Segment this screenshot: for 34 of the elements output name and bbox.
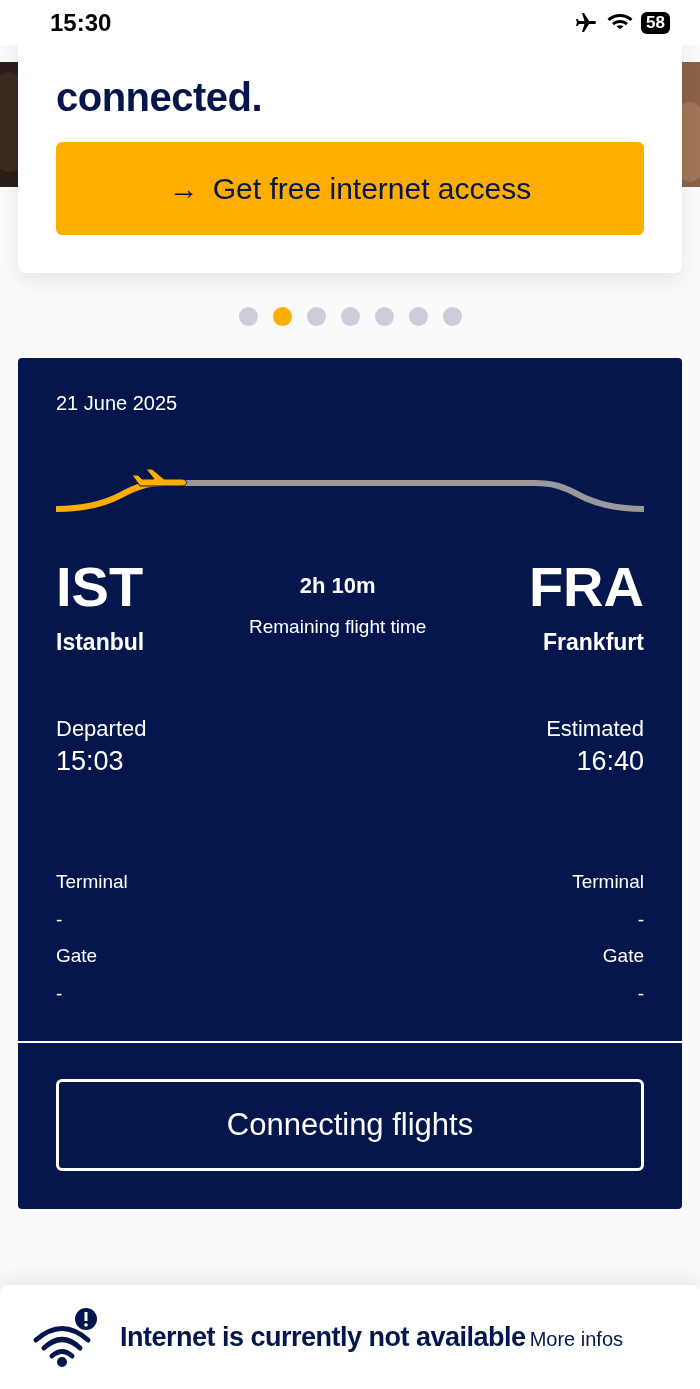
time-status: Estimated <box>546 716 644 742</box>
duration-value: 2h 10m <box>299 573 376 599</box>
time-status: Departed <box>56 716 147 742</box>
notice-message: Internet is currently not available <box>120 1321 526 1353</box>
terminal-value: - <box>56 909 63 931</box>
carousel-dot[interactable] <box>442 307 462 326</box>
connecting-flights-button[interactable]: Connecting flights <box>56 1079 644 1171</box>
internet-access-button[interactable]: → Get free internet access <box>56 142 644 235</box>
gate-value: - <box>637 983 644 1005</box>
terminal-value: - <box>637 909 644 931</box>
duration-label: Remaining flight time <box>249 615 427 639</box>
city-name: Frankfurt <box>543 629 644 656</box>
gate-value: - <box>56 983 63 1005</box>
airport-code: FRA <box>528 559 644 615</box>
gate-label: Gate <box>602 945 644 967</box>
carousel-dot[interactable] <box>272 307 292 326</box>
more-infos-link[interactable]: More infos <box>529 1327 623 1351</box>
carousel-dot[interactable] <box>340 307 360 326</box>
carousel-dot[interactable] <box>306 307 326 326</box>
promo-heading: connected. <box>56 75 264 120</box>
battery-indicator: 58 <box>641 11 670 34</box>
flight-time: 15:03 <box>56 746 124 777</box>
flight-time: 16:40 <box>576 746 644 777</box>
carousel-dot[interactable] <box>374 307 394 326</box>
terminal-label: Terminal <box>56 871 128 893</box>
terminal-label: Terminal <box>572 871 644 893</box>
airport-code: IST <box>56 559 144 615</box>
status-time: 15:30 <box>50 8 112 37</box>
carousel-dot[interactable] <box>238 307 258 326</box>
flight-date: 21 June 2025 <box>56 392 179 415</box>
carousel-dot[interactable] <box>408 307 428 326</box>
city-name: Istanbul <box>56 629 145 656</box>
gate-label: Gate <box>56 945 98 967</box>
wifi-warning-icon <box>32 1307 98 1367</box>
